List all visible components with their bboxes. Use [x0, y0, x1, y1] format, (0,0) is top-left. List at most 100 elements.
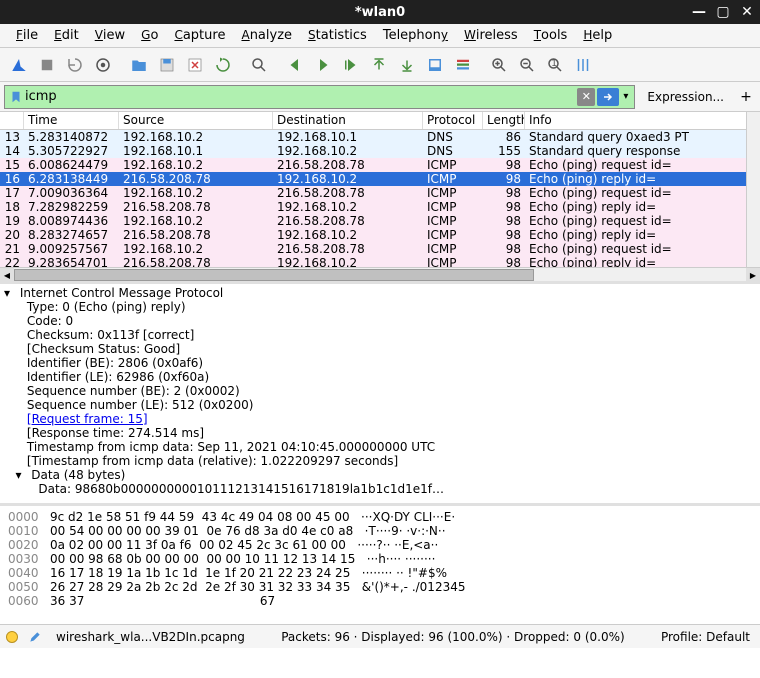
filter-bar: ✕ ▾ Expression... + — [0, 82, 760, 112]
bookmark-icon[interactable] — [9, 90, 23, 104]
expert-info-icon[interactable] — [6, 631, 18, 643]
menubar: File Edit View Go Capture Analyze Statis… — [0, 24, 760, 48]
packet-details-pane[interactable]: ▾ Internet Control Message Protocol Type… — [0, 284, 760, 506]
byte-hex: 36 37 — [50, 594, 248, 608]
packet-row[interactable]: 208.283274657216.58.208.78192.168.10.2IC… — [0, 228, 760, 242]
col-source[interactable]: Source — [119, 112, 273, 129]
detail-proto: Internet Control Message Protocol — [20, 286, 223, 300]
next-icon[interactable] — [310, 52, 336, 78]
clear-filter-icon[interactable]: ✕ — [577, 88, 595, 106]
hscroll-thumb[interactable] — [14, 269, 534, 281]
status-profile[interactable]: Profile: Default — [661, 630, 750, 644]
byte-ascii: ···XQ·DY CLI···E· — [361, 510, 455, 524]
byte-hex: 9c d2 1e 58 51 f9 44 59 43 4c 49 04 08 0… — [50, 510, 350, 524]
byte-hex: 00 54 00 00 00 00 39 01 0e 76 d8 3a d0 4… — [50, 524, 353, 538]
expression-button[interactable]: Expression... — [639, 88, 732, 106]
find-icon[interactable] — [246, 52, 272, 78]
prev-icon[interactable] — [282, 52, 308, 78]
reload-icon[interactable] — [210, 52, 236, 78]
zoom-reset-icon[interactable]: 1 — [542, 52, 568, 78]
expander-icon[interactable]: ▾ — [4, 286, 16, 300]
hscroll-right-arrow[interactable]: ▶ — [746, 268, 760, 282]
byte-offset: 0060 — [8, 594, 39, 608]
col-time[interactable]: Time — [24, 112, 119, 129]
packet-row[interactable]: 156.008624479192.168.10.2216.58.208.78IC… — [0, 158, 760, 172]
maximize-button[interactable]: ▢ — [716, 5, 730, 19]
restart-icon[interactable] — [62, 52, 88, 78]
open-icon[interactable] — [126, 52, 152, 78]
zoom-out-icon[interactable] — [514, 52, 540, 78]
byte-hex: 26 27 28 29 2a 2b 2c 2d 2e 2f 30 31 32 3… — [50, 580, 350, 594]
col-info[interactable]: Info — [525, 112, 760, 129]
menu-help[interactable]: Help — [577, 26, 618, 45]
packet-row[interactable]: 135.283140872192.168.10.2192.168.10.1DNS… — [0, 130, 760, 144]
byte-ascii: ········ ·· !"#$% — [362, 566, 447, 580]
menu-view[interactable]: View — [89, 26, 131, 45]
options-icon[interactable] — [90, 52, 116, 78]
menu-statistics[interactable]: Statistics — [302, 26, 373, 45]
autoscroll-icon[interactable] — [422, 52, 448, 78]
filter-history-dropdown[interactable]: ▾ — [621, 91, 630, 102]
menu-analyze[interactable]: Analyze — [235, 26, 298, 45]
byte-ascii: 67 — [260, 594, 275, 608]
byte-ascii: ···h···· ········ — [367, 552, 436, 566]
packet-row[interactable]: 177.009036364192.168.10.2216.58.208.78IC… — [0, 186, 760, 200]
byte-hex: 00 00 98 68 0b 00 00 00 00 00 10 11 12 1… — [50, 552, 355, 566]
close-button[interactable]: ✕ — [740, 5, 754, 19]
edit-icon[interactable] — [28, 630, 42, 644]
packet-row[interactable]: 219.009257567192.168.10.2216.58.208.78IC… — [0, 242, 760, 256]
filter-input[interactable] — [25, 89, 575, 104]
packet-row[interactable]: 198.008974436192.168.10.2216.58.208.78IC… — [0, 214, 760, 228]
menu-telephony[interactable]: Telephony — [377, 26, 454, 45]
menu-capture[interactable]: Capture — [168, 26, 231, 45]
colorize-icon[interactable] — [450, 52, 476, 78]
goto-icon[interactable] — [338, 52, 364, 78]
minimize-button[interactable]: — — [692, 5, 706, 19]
col-dest[interactable]: Destination — [273, 112, 423, 129]
packet-bytes-pane[interactable]: 0000 9c d2 1e 58 51 f9 44 59 43 4c 49 04… — [0, 506, 760, 624]
detail-data-bytes: Data: 98680b0000000000101112131415161718… — [38, 482, 444, 496]
toolbar: 1 — [0, 48, 760, 82]
menu-tools[interactable]: Tools — [528, 26, 574, 45]
shark-fin-icon[interactable] — [6, 52, 32, 78]
byte-ascii: &'()*+,- ./012345 — [362, 580, 466, 594]
menu-go[interactable]: Go — [135, 26, 164, 45]
hscroll[interactable]: ◀ ▶ — [0, 267, 760, 281]
detail-response-time: [Response time: 274.514 ms] — [27, 426, 204, 440]
hscroll-left-arrow[interactable]: ◀ — [0, 268, 14, 282]
col-proto[interactable]: Protocol — [423, 112, 483, 129]
detail-id-le: Identifier (LE): 62986 (0xf60a) — [27, 370, 209, 384]
status-filename[interactable]: wireshark_wla...VB2DIn.pcapng — [56, 630, 245, 644]
stop-icon[interactable] — [34, 52, 60, 78]
menu-wireless[interactable]: Wireless — [458, 26, 524, 45]
detail-checksum-status: [Checksum Status: Good] — [27, 342, 180, 356]
packet-row[interactable]: 145.305722927192.168.10.1192.168.10.2DNS… — [0, 144, 760, 158]
menu-edit[interactable]: Edit — [48, 26, 85, 45]
zoom-in-icon[interactable] — [486, 52, 512, 78]
detail-type: Type: 0 (Echo (ping) reply) — [27, 300, 186, 314]
byte-ascii: ·····?·· ··E,<a·· — [357, 538, 438, 552]
last-icon[interactable] — [394, 52, 420, 78]
window-controls: — ▢ ✕ — [692, 5, 754, 19]
detail-seq-be: Sequence number (BE): 2 (0x0002) — [27, 384, 240, 398]
detail-seq-le: Sequence number (LE): 512 (0x0200) — [27, 398, 254, 412]
vscroll[interactable] — [746, 112, 760, 267]
packet-row[interactable]: 187.282982259216.58.208.78192.168.10.2IC… — [0, 200, 760, 214]
resize-cols-icon[interactable] — [570, 52, 596, 78]
packet-list-body[interactable]: 135.283140872192.168.10.2192.168.10.1DNS… — [0, 130, 760, 270]
add-filter-button[interactable]: + — [736, 87, 756, 107]
col-len[interactable]: Length — [483, 112, 525, 129]
col-no[interactable] — [0, 112, 24, 129]
packet-row[interactable]: 166.283138449216.58.208.78192.168.10.2IC… — [0, 172, 760, 186]
byte-offset: 0020 — [8, 538, 39, 552]
statusbar: wireshark_wla...VB2DIn.pcapng Packets: 9… — [0, 624, 760, 648]
menu-file[interactable]: File — [10, 26, 44, 45]
close-file-icon[interactable] — [182, 52, 208, 78]
first-icon[interactable] — [366, 52, 392, 78]
svg-text:1: 1 — [551, 58, 557, 68]
save-icon[interactable] — [154, 52, 180, 78]
apply-filter-icon[interactable] — [597, 88, 619, 106]
detail-request-frame-link[interactable]: [Request frame: 15] — [27, 412, 148, 426]
expander-icon[interactable]: ▾ — [15, 468, 27, 482]
packet-list-pane: Time Source Destination Protocol Length … — [0, 112, 760, 284]
